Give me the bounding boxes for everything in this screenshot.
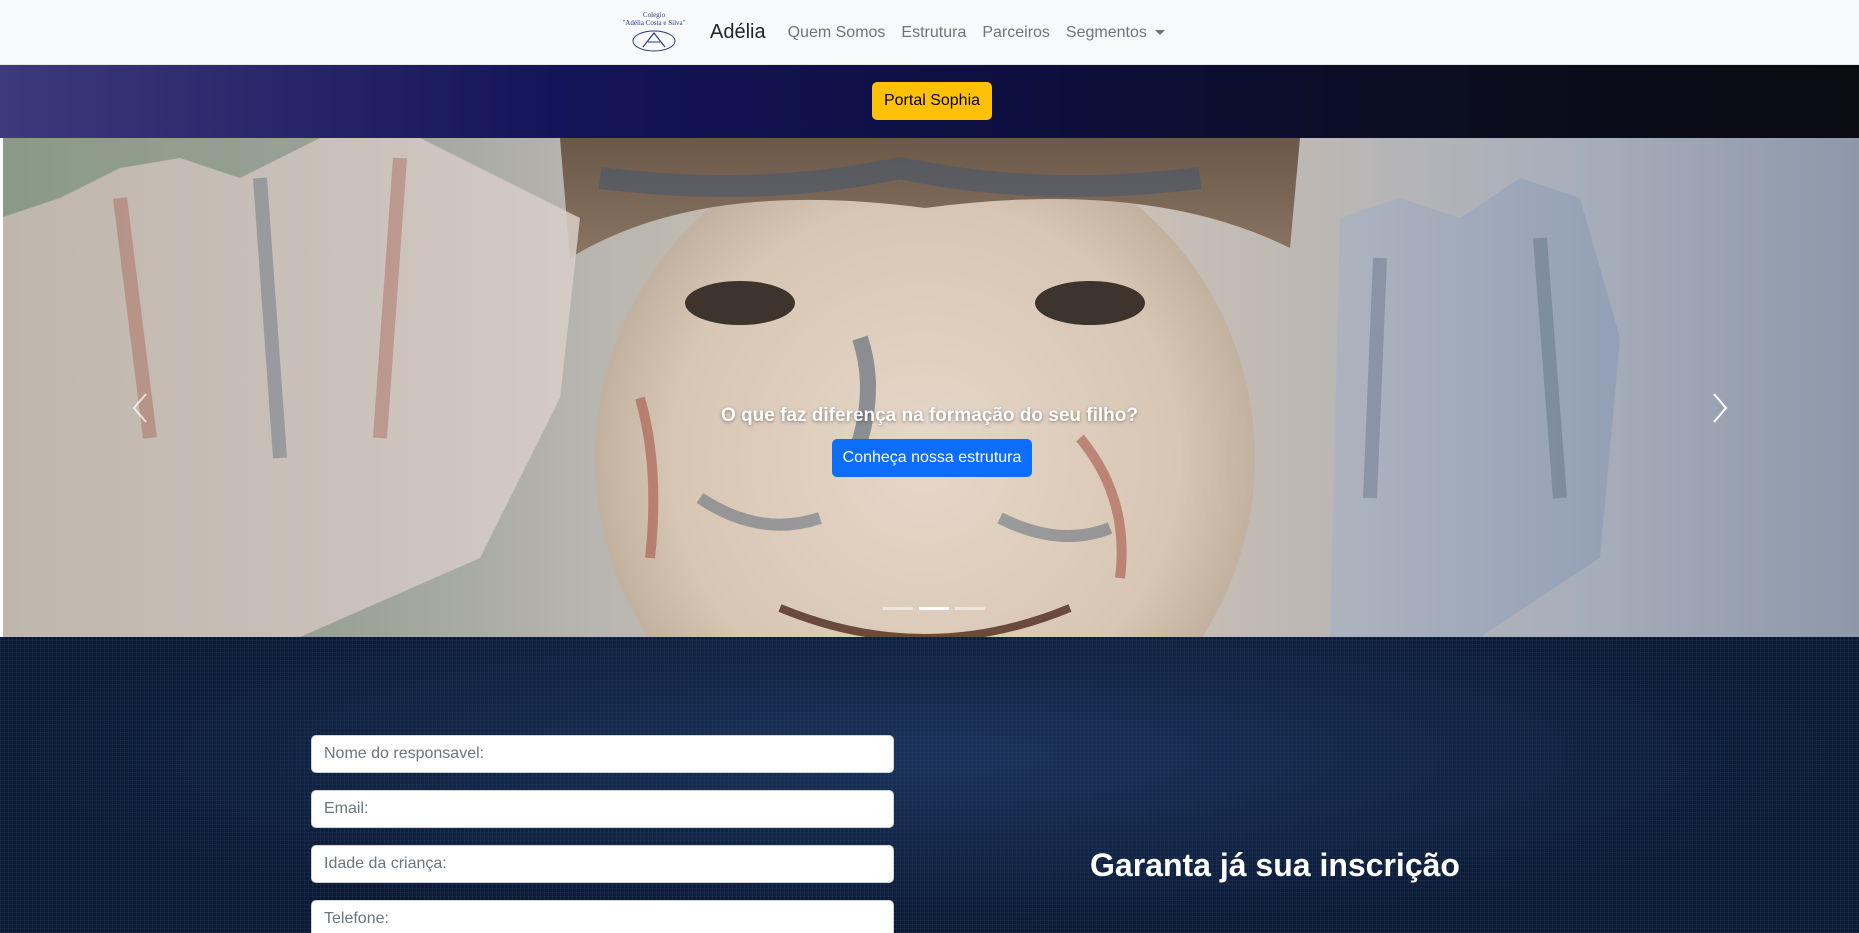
signup-title: Garanta já sua inscrição: [1090, 847, 1460, 883]
responsible-name-field[interactable]: [311, 735, 894, 773]
nav-link-estrutura[interactable]: Estrutura: [901, 24, 966, 42]
hero-carousel: O que faz diferença na formação do seu f…: [0, 138, 1859, 637]
hero-image: [0, 138, 1620, 637]
hero-cta-button[interactable]: Conheça nossa estrutura: [832, 439, 1032, 477]
nav-link-parceiros[interactable]: Parceiros: [982, 24, 1050, 42]
hero-left-edge: [0, 138, 3, 637]
school-logo[interactable]: Colegio "Adélia Costa e Silva": [620, 7, 688, 59]
child-age-field[interactable]: [311, 845, 894, 883]
carousel-indicator-2[interactable]: [919, 607, 949, 610]
caret-down-icon: [1154, 30, 1165, 35]
phone-field[interactable]: [311, 900, 894, 933]
nav-dropdown-segmentos[interactable]: Segmentos: [1066, 24, 1165, 42]
portal-bar: Portal Sophia: [0, 65, 1859, 138]
navbar-inner: Colegio "Adélia Costa e Silva" Adélia Qu…: [620, 0, 1181, 65]
nav-dropdown-segmentos-label: Segmentos: [1065, 23, 1147, 41]
signup-section: Garanta já sua inscrição: [0, 637, 1859, 933]
navbar: Colegio "Adélia Costa e Silva" Adélia Qu…: [0, 0, 1859, 65]
carousel-indicator-1[interactable]: [883, 607, 913, 610]
carousel-indicators: [880, 607, 988, 610]
portal-sophia-button[interactable]: Portal Sophia: [872, 82, 992, 120]
nav-link-quem-somos[interactable]: Quem Somos: [788, 24, 886, 42]
logo-text-line-2: "Adélia Costa e Silva": [622, 18, 686, 27]
logo-text-line-1: Colegio: [642, 10, 666, 19]
hero-caption: O que faz diferença na formação do seu f…: [720, 405, 1139, 426]
carousel-indicator-3[interactable]: [955, 607, 985, 610]
logo-emblem-icon: [632, 30, 676, 51]
brand-name[interactable]: Adélia: [710, 21, 766, 44]
email-field[interactable]: [311, 790, 894, 828]
